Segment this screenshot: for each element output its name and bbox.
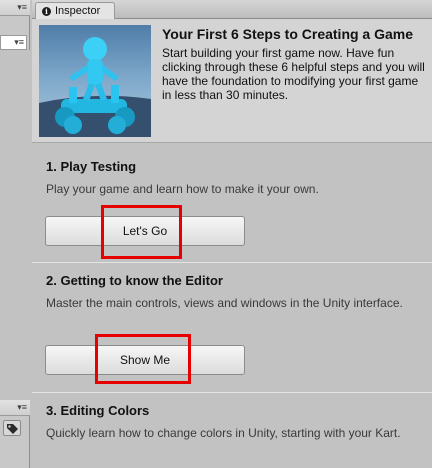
tutorial-header: Your First 6 Steps to Creating a Game St… <box>32 19 432 143</box>
panel-menu-icon[interactable]: ▾≡ <box>17 2 27 13</box>
lower-panel-menu-icon[interactable]: ▾≡ <box>17 402 27 413</box>
section-editing-colors: 3. Editing Colors Quickly learn how to c… <box>32 392 432 468</box>
left-panel-dropdown[interactable]: ▾≡ <box>0 35 27 50</box>
left-panel-strip: ▾≡ ▾≡ ▾≡ <box>0 0 30 468</box>
tab-inspector[interactable]: i Inspector <box>35 2 115 19</box>
tab-inspector-label: Inspector <box>55 5 101 17</box>
inspector-tabbar: i Inspector <box>32 0 432 19</box>
section-description: Play your game and learn how to make it … <box>46 182 319 196</box>
dropdown-menu-icon[interactable]: ▾≡ <box>14 37 24 48</box>
show-me-button[interactable]: Show Me <box>45 345 245 375</box>
section-title: 1. Play Testing <box>46 159 137 174</box>
section-getting-to-know-editor: 2. Getting to know the Editor Master the… <box>32 262 432 392</box>
info-icon: i <box>42 6 51 16</box>
left-panel-content <box>0 50 30 400</box>
section-description: Master the main controls, views and wind… <box>46 296 403 310</box>
left-panel-toolbar: ▾≡ <box>0 0 30 16</box>
section-description: Quickly learn how to change colors in Un… <box>46 426 401 440</box>
tutorial-title: Your First 6 Steps to Creating a Game <box>162 26 414 42</box>
section-play-testing: 1. Play Testing Play your game and learn… <box>32 143 432 270</box>
lets-go-button[interactable]: Let's Go <box>45 216 245 246</box>
section-title: 3. Editing Colors <box>46 403 150 418</box>
kart-character-thumbnail <box>39 25 151 137</box>
tutorial-description: Start building your first game now. Have… <box>162 46 425 102</box>
section-title: 2. Getting to know the Editor <box>46 273 223 288</box>
left-panel-lower-toolbar: ▾≡ <box>0 400 30 416</box>
inspector-panel: i Inspector Your First 6 Steps to Creati… <box>32 0 432 468</box>
tag-icon[interactable] <box>3 420 21 436</box>
